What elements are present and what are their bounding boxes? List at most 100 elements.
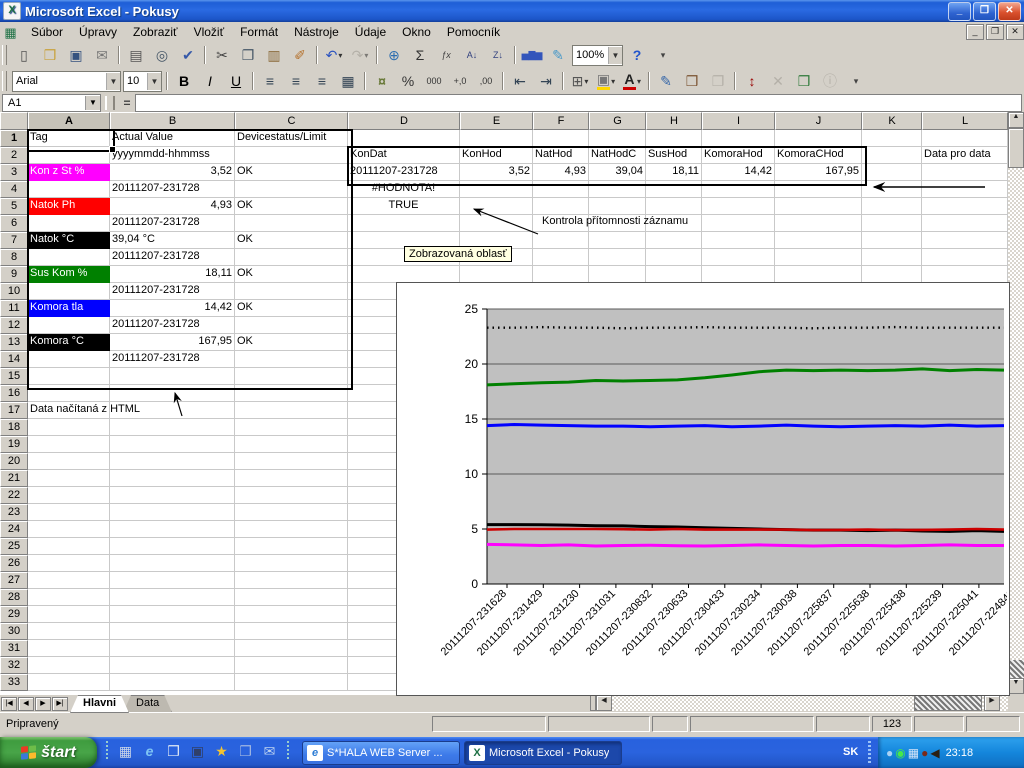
cell-J4[interactable] <box>775 181 862 198</box>
undo-button[interactable]: ↶▾ <box>322 44 346 66</box>
row-header-12[interactable]: 12 <box>0 317 28 334</box>
cell-A9[interactable]: Sus Kom % <box>28 266 110 283</box>
cell-C18[interactable] <box>235 419 348 436</box>
cell-L5[interactable] <box>922 198 1008 215</box>
fill-color-dropdown-icon[interactable]: ▾ <box>611 77 615 86</box>
workbook-minimize-button[interactable]: _ <box>966 24 984 40</box>
toolbar-options-fmt-button[interactable]: ▾ <box>844 70 868 92</box>
cell-G1[interactable] <box>589 130 646 147</box>
sort-descending-button[interactable]: Z↓ <box>486 44 510 66</box>
cell-B27[interactable] <box>110 572 235 589</box>
cell-C33[interactable] <box>235 674 348 691</box>
cell-C31[interactable] <box>235 640 348 657</box>
cell-A16[interactable] <box>28 385 110 402</box>
cell-K6[interactable] <box>862 215 922 232</box>
column-header-H[interactable]: H <box>646 112 702 130</box>
cell-C23[interactable] <box>235 504 348 521</box>
cell-K5[interactable] <box>862 198 922 215</box>
column-header-A[interactable]: A <box>28 112 110 130</box>
column-header-G[interactable]: G <box>589 112 646 130</box>
quicklaunch-floppy-icon[interactable]: ▣ <box>189 742 206 760</box>
cell-F1[interactable] <box>533 130 589 147</box>
cell-C2[interactable] <box>235 147 348 164</box>
font-size-combo[interactable]: 10▼ <box>123 71 162 92</box>
cut-button[interactable]: ✂ <box>210 44 234 66</box>
cell-B31[interactable] <box>110 640 235 657</box>
cell-G7[interactable] <box>589 232 646 249</box>
menu-item-8[interactable]: Pomocník <box>439 23 508 41</box>
cell-H7[interactable] <box>646 232 702 249</box>
cell-F7[interactable] <box>533 232 589 249</box>
cell-C1[interactable]: Devicestatus/Limit <box>235 130 348 147</box>
row-header-8[interactable]: 8 <box>0 249 28 266</box>
cell-I2[interactable]: KomoraHod <box>702 147 775 164</box>
cell-A25[interactable] <box>28 538 110 555</box>
cell-J5[interactable] <box>775 198 862 215</box>
cell-H3[interactable]: 18,11 <box>646 164 702 181</box>
cell-A26[interactable] <box>28 555 110 572</box>
row-header-28[interactable]: 28 <box>0 589 28 606</box>
sort-ascending-button[interactable]: A↓ <box>460 44 484 66</box>
cell-H4[interactable] <box>646 181 702 198</box>
cell-B33[interactable] <box>110 674 235 691</box>
cell-C25[interactable] <box>235 538 348 555</box>
cell-J7[interactable] <box>775 232 862 249</box>
cell-H2[interactable]: SusHod <box>646 147 702 164</box>
menu-item-1[interactable]: Úpravy <box>71 23 125 41</box>
toolbar-options-button[interactable]: ▾ <box>651 44 675 66</box>
cell-J9[interactable] <box>775 266 862 283</box>
cell-L7[interactable] <box>922 232 1008 249</box>
cell-B23[interactable] <box>110 504 235 521</box>
new-button[interactable]: ▯ <box>12 44 36 66</box>
font-color-button[interactable]: A▾ <box>620 70 644 92</box>
cell-A23[interactable] <box>28 504 110 521</box>
cell-C27[interactable] <box>235 572 348 589</box>
cell-F3[interactable]: 4,93 <box>533 164 589 181</box>
menu-item-0[interactable]: Súbor <box>23 23 71 41</box>
cell-D4[interactable]: #HODNOTA! <box>348 181 460 198</box>
cell-A21[interactable] <box>28 470 110 487</box>
row-header-5[interactable]: 5 <box>0 198 28 215</box>
quicklaunch-doc-icon[interactable]: ❒ <box>165 742 182 760</box>
cell-A7[interactable]: Natok °C <box>28 232 110 249</box>
align-center-button[interactable]: ≡ <box>284 70 308 92</box>
sheet-tab-data[interactable]: Data <box>123 695 172 713</box>
merge-center-button[interactable]: ▦ <box>336 70 360 92</box>
fill-color-button[interactable]: ▣▾ <box>594 70 618 92</box>
cell-A17[interactable]: Data načítaná z HTML <box>28 402 110 419</box>
cell-A11[interactable]: Komora tla <box>28 300 110 317</box>
chart-object[interactable]: 051015202520111207-23162820111207-231429… <box>396 282 1010 696</box>
cell-C17[interactable] <box>235 402 348 419</box>
copy-button[interactable]: ❐ <box>236 44 260 66</box>
cell-A5[interactable]: Natok Ph <box>28 198 110 215</box>
cell-A33[interactable] <box>28 674 110 691</box>
tray-volume-icon[interactable]: ◀ <box>930 746 939 760</box>
column-header-L[interactable]: L <box>922 112 1008 130</box>
cell-B9[interactable]: 18,11 <box>110 266 235 283</box>
row-header-4[interactable]: 4 <box>0 181 28 198</box>
cell-B6[interactable]: 20111207-231728 <box>110 215 235 232</box>
quicklaunch-desktop-icon[interactable]: ▦ <box>117 742 134 760</box>
zoom-dropdown-icon[interactable]: ▼ <box>608 47 622 64</box>
row-header-7[interactable]: 7 <box>0 232 28 249</box>
cell-A20[interactable] <box>28 453 110 470</box>
start-button[interactable]: štart <box>0 737 97 768</box>
cell-B10[interactable]: 20111207-231728 <box>110 283 235 300</box>
cell-C3[interactable]: OK <box>235 164 348 181</box>
cell-B18[interactable] <box>110 419 235 436</box>
row-header-21[interactable]: 21 <box>0 470 28 487</box>
cell-B7[interactable]: 39,04 °C <box>110 232 235 249</box>
language-indicator[interactable]: SK <box>843 746 858 758</box>
row-header-15[interactable]: 15 <box>0 368 28 385</box>
row-header-2[interactable]: 2 <box>0 147 28 164</box>
font-size-dropdown-icon[interactable]: ▼ <box>147 73 161 90</box>
underline-button[interactable]: U <box>224 70 248 92</box>
cell-L1[interactable] <box>922 130 1008 147</box>
print-button[interactable]: ▤ <box>124 44 148 66</box>
cell-C11[interactable]: OK <box>235 300 348 317</box>
scroll-down-button[interactable]: ▼ <box>1008 678 1024 694</box>
close-button[interactable]: ✕ <box>998 2 1021 21</box>
cell-B17[interactable] <box>110 402 235 419</box>
undo-dropdown-icon[interactable]: ▾ <box>338 51 342 60</box>
cell-K8[interactable] <box>862 249 922 266</box>
